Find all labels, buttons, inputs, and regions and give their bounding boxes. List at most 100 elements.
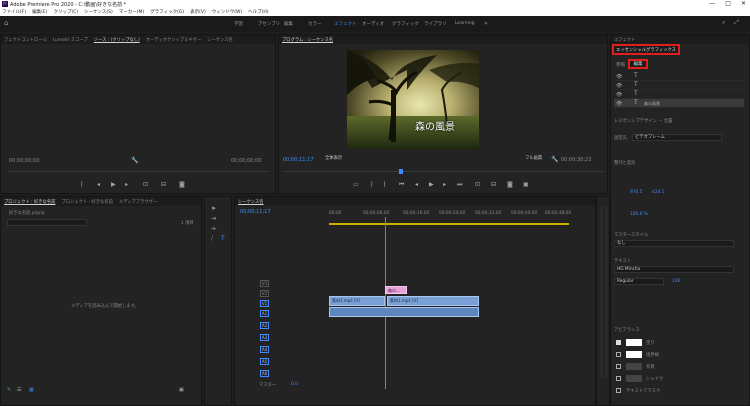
layer-item[interactable]: 👁 T <box>614 81 744 90</box>
go-to-in-icon[interactable]: ⏮ <box>399 181 404 189</box>
track-label-a3[interactable]: A3 <box>260 334 269 341</box>
eye-icon[interactable]: 👁 <box>616 101 622 107</box>
position-x[interactable]: 970.5 <box>630 190 642 195</box>
fill-checkbox[interactable] <box>616 340 621 345</box>
minimize-icon[interactable]: — <box>709 0 715 7</box>
pencil-icon[interactable]: ✎ <box>7 387 11 393</box>
step-forward-icon[interactable]: ▸ <box>443 181 446 188</box>
type-tool-icon[interactable]: T <box>221 235 225 242</box>
program-timecode[interactable]: 00;00;11;17 <box>283 157 314 163</box>
search-icon[interactable]: ⌕ <box>722 19 725 27</box>
source-play-icon[interactable]: ▶ <box>111 181 116 188</box>
eye-icon[interactable]: 👁 <box>616 83 622 89</box>
graphic-clip[interactable]: 森の... <box>385 286 407 294</box>
background-checkbox[interactable] <box>616 364 621 369</box>
ws-edit[interactable]: 編集 <box>284 21 293 27</box>
stroke-swatch[interactable] <box>626 351 642 358</box>
background-swatch[interactable] <box>626 363 642 370</box>
wrench-icon[interactable]: 🔧 <box>131 157 138 164</box>
selection-tool-icon[interactable]: ➤ <box>211 205 216 212</box>
program-settings-icon[interactable]: 🔧 <box>551 156 558 163</box>
source-step-fwd-icon[interactable]: ▸ <box>125 181 128 188</box>
stroke-checkbox[interactable] <box>616 352 621 357</box>
menu-marker[interactable]: マーカー(M) <box>119 9 144 15</box>
track-label-a4[interactable]: A4 <box>260 346 269 353</box>
marker-icon[interactable]: ▭ <box>353 181 359 188</box>
tab-timeline-sequence[interactable]: シーケンス名 <box>238 199 264 205</box>
tab-effects[interactable]: エフェクト <box>614 37 635 43</box>
go-to-out-icon[interactable]: ⏭ <box>457 181 462 189</box>
title-overlay-text[interactable]: 森の風景 <box>415 118 455 133</box>
mark-in-icon[interactable]: ⌈ <box>371 181 373 188</box>
program-quality-select[interactable]: フル画質 <box>523 156 549 163</box>
tab-project[interactable]: プロジェクト : 好きな名前 <box>4 199 55 205</box>
extract-icon[interactable]: ⊟ <box>491 181 496 188</box>
menu-file[interactable]: ファイル(F) <box>2 9 26 15</box>
tab-media-browser[interactable]: メディアブラウザー <box>119 199 157 205</box>
ripple-edit-tool-icon[interactable]: ⟛ <box>211 225 216 233</box>
tab-essential-graphics[interactable]: エッセンシャルグラフィックス <box>612 44 680 55</box>
menu-sequence[interactable]: シーケンス(S) <box>84 9 113 15</box>
scale-value[interactable]: 100.0 % <box>630 212 648 217</box>
font-size-value[interactable]: 100 <box>672 279 680 284</box>
source-scrubber[interactable] <box>9 171 269 172</box>
tab-effect-controls[interactable]: フェクトコントロール <box>4 37 47 43</box>
timeline-timecode[interactable]: 00;00;11;17 <box>240 209 271 215</box>
fill-swatch[interactable] <box>626 339 642 346</box>
ws-learn[interactable]: 学習 <box>234 21 243 27</box>
video-clip-2[interactable]: 素材1.mp4 [V] <box>387 296 479 306</box>
eye-icon[interactable]: 👁 <box>616 74 622 80</box>
pin-to-select[interactable]: ビデオフレーム <box>632 134 722 141</box>
ws-libraries[interactable]: ライブラリ <box>424 21 447 27</box>
step-back-icon[interactable]: ◂ <box>415 181 418 188</box>
share-icon[interactable]: ⤢ <box>734 19 739 27</box>
new-item-icon[interactable]: ▣ <box>179 387 184 393</box>
tab-source[interactable]: ソース : (クリップなし) <box>94 37 140 43</box>
shadow-checkbox[interactable] <box>616 376 621 381</box>
subtab-edit[interactable]: 編集 <box>628 59 648 69</box>
program-scrubber[interactable] <box>283 171 603 172</box>
lift-icon[interactable]: ⊡ <box>475 181 480 188</box>
list-view-icon[interactable]: ☰ <box>17 387 21 393</box>
shadow-swatch[interactable] <box>626 375 642 382</box>
ws-audio[interactable]: オーディオ <box>362 21 384 27</box>
work-area-bar[interactable] <box>329 223 569 225</box>
export-frame-icon[interactable]: ◙ <box>507 181 513 188</box>
menu-graphics[interactable]: グラフィック(G) <box>150 9 184 15</box>
tab-sequence[interactable]: シーケンス名 <box>207 37 233 43</box>
layer-item[interactable]: 👁 T <box>614 72 744 81</box>
position-y[interactable]: 424.1 <box>652 190 664 195</box>
track-label-a6[interactable]: A6 <box>260 370 269 377</box>
source-export-frame-icon[interactable]: ◙ <box>179 181 185 188</box>
more-workspaces-icon[interactable]: » <box>484 20 488 27</box>
menu-view[interactable]: 表示(V) <box>190 9 206 15</box>
mark-out-icon[interactable]: ⌉ <box>383 181 385 188</box>
source-overwrite-icon[interactable]: ⊟ <box>161 181 166 188</box>
source-mark-in-icon[interactable]: ⌈ <box>81 181 83 188</box>
master-track-value[interactable]: 0.0 <box>291 382 298 387</box>
track-label-v3[interactable]: V3 <box>260 280 269 287</box>
menu-window[interactable]: ウィンドウ(W) <box>212 9 242 15</box>
tab-program[interactable]: プログラム : シーケンス名 <box>282 37 333 43</box>
font-style-select[interactable]: Regular <box>614 278 664 285</box>
menu-help[interactable]: ヘルプ(H) <box>248 9 268 15</box>
audio-clip-1[interactable] <box>329 307 479 317</box>
tab-audio-clip-mixer[interactable]: オーディオクリップミキサー <box>146 37 201 43</box>
track-label-a1[interactable]: A1 <box>260 310 269 317</box>
project-search-input[interactable] <box>7 219 87 226</box>
play-icon[interactable]: ▶ <box>429 181 434 188</box>
maximize-icon[interactable]: □ <box>725 0 731 7</box>
ws-learning[interactable]: Learning <box>455 21 475 26</box>
menu-edit[interactable]: 編集(E) <box>32 9 47 15</box>
home-icon[interactable]: ⌂ <box>4 19 8 27</box>
comparison-view-icon[interactable]: ▣ <box>523 181 529 188</box>
ws-graphics[interactable]: グラフィック <box>392 21 419 27</box>
layer-item[interactable]: 👁 T <box>614 90 744 99</box>
tab-lumetri-scopes[interactable]: Lumetri スコープ <box>53 37 88 43</box>
close-icon[interactable]: ✕ <box>741 0 746 7</box>
icon-view-icon[interactable]: ▦ <box>29 387 34 393</box>
subtab-browse[interactable]: 参照 <box>616 62 625 68</box>
track-label-v2[interactable]: V2 <box>260 290 269 297</box>
track-label-a2[interactable]: A2 <box>260 322 269 329</box>
track-label-v1[interactable]: V1 <box>260 300 269 307</box>
